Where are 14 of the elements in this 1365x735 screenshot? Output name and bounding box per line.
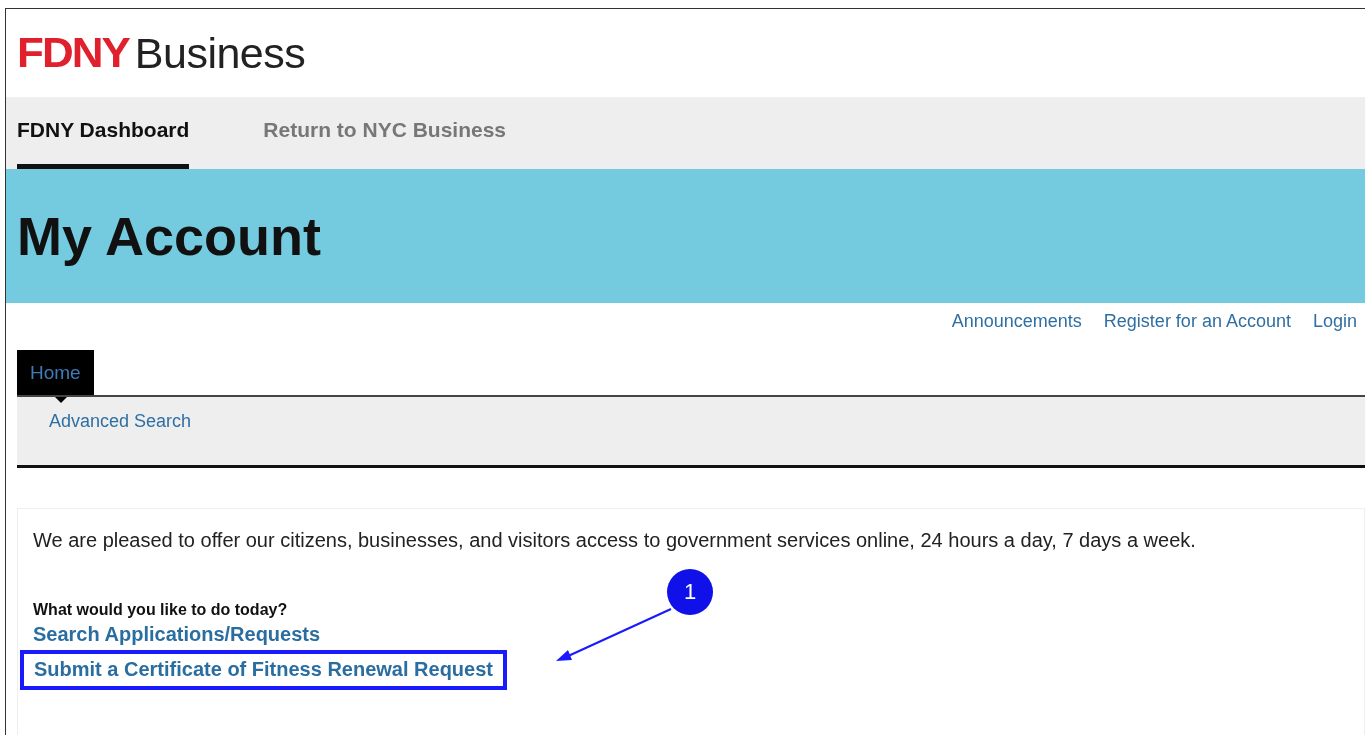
action-link[interactable]: Search Applications/Requests (33, 623, 321, 646)
question-label: What would you like to do today? (33, 601, 289, 619)
callout-badge: 1 (667, 569, 713, 615)
page-title: My Account (17, 205, 321, 267)
logo-word: Business (134, 28, 306, 78)
submenu-link[interactable]: Advanced Search (49, 411, 192, 431)
action-link[interactable]: Submit a Certificate of Fitness Renewal Request (34, 658, 493, 680)
header-link[interactable]: Announcements (951, 311, 1082, 337)
header-link[interactable]: Login (1312, 311, 1357, 337)
menu-tab[interactable]: Home (17, 350, 94, 395)
logo-mark: FDNY (17, 29, 129, 77)
intro-text: We are pleased to offer our citizens, businesses, and visitors access to government services online, 24 hours a day, 7 days a week. (33, 529, 1197, 552)
nav-tab[interactable]: Return to NYC Business (263, 118, 506, 169)
header-link[interactable]: Register for an Account (1103, 311, 1291, 337)
